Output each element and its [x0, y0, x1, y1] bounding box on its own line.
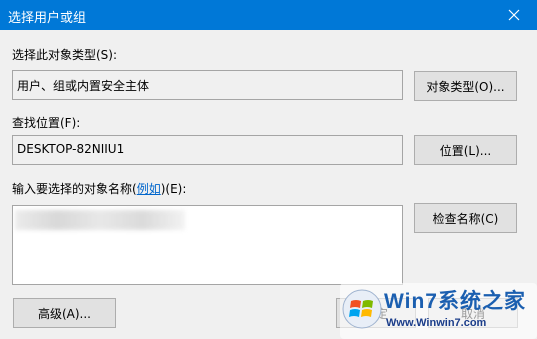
windows-logo-icon	[342, 289, 382, 329]
object-types-button[interactable]: 对象类型(O)...	[414, 71, 517, 101]
locations-button[interactable]: 位置(L)...	[414, 135, 517, 165]
location-field: DESKTOP-82NIIU1	[12, 135, 403, 165]
object-names-label-prefix: 输入要选择的对象名称(	[12, 182, 137, 196]
watermark-url: Www.Winwin7.com	[386, 317, 487, 329]
check-names-button[interactable]: 检查名称(C)	[414, 203, 517, 233]
blurred-text	[15, 210, 185, 230]
title-bar: 选择用户或组	[0, 0, 537, 30]
close-button[interactable]	[491, 0, 537, 30]
object-type-field: 用户、组或内置安全主体	[12, 70, 403, 100]
close-icon	[508, 9, 520, 21]
object-names-label: 输入要选择的对象名称(例如)(E):	[12, 180, 186, 197]
watermark: Win7系统之家 Www.Winwin7.com	[340, 283, 537, 339]
object-names-label-suffix: )(E):	[160, 182, 187, 196]
object-names-input[interactable]	[12, 205, 403, 285]
window-title: 选择用户或组	[8, 11, 87, 26]
location-label: 查找位置(F):	[12, 116, 81, 130]
advanced-button[interactable]: 高级(A)...	[13, 298, 116, 328]
examples-link[interactable]: 例如	[137, 182, 161, 196]
object-type-label: 选择此对象类型(S):	[12, 48, 118, 62]
watermark-title: Win7系统之家	[384, 290, 526, 313]
